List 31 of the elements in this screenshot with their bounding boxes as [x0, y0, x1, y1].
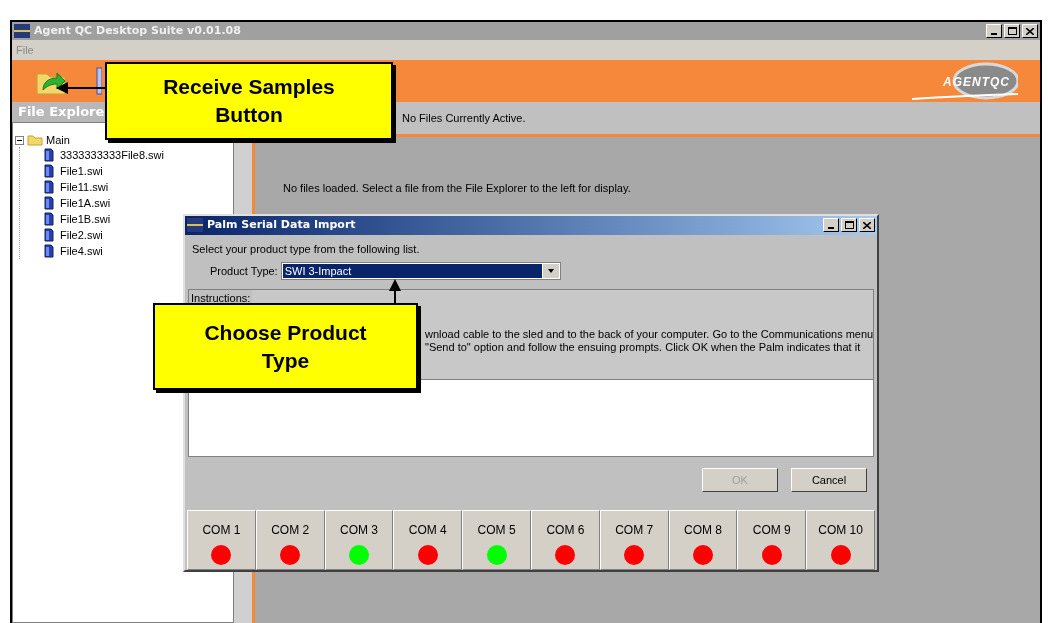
product-type-dropdown[interactable]: SWI 3-Impact	[280, 262, 561, 281]
instructions-line: "Send to" option and follow the ensuing prompts. Click OK when the Palm indicates that it	[425, 340, 862, 354]
port-label: COM 5	[477, 522, 516, 539]
prompt-text: Select your product type from the following list.	[192, 242, 420, 255]
port-label: COM 8	[683, 522, 722, 539]
tree-item[interactable]: Main	[46, 131, 70, 149]
dialog-button[interactable]: Cancel	[791, 468, 867, 493]
status-text: No Files Currently Active.	[402, 110, 526, 126]
tree-item[interactable]: File11.swi	[60, 178, 109, 196]
field-label: Product Type:	[210, 264, 278, 280]
port-label: COM 6	[546, 522, 585, 539]
port-label: COM 10	[818, 522, 863, 539]
port-label: COM 7	[615, 522, 654, 539]
tree-item[interactable]: File1A.swi	[60, 194, 111, 212]
empty-message: No files loaded. Select a file from the File Explorer to the left for display.	[283, 182, 631, 194]
tree-item[interactable]: File2.swi	[60, 226, 103, 244]
port-label: COM 1	[202, 522, 241, 539]
port-label: COM 3	[340, 522, 378, 539]
tree-item[interactable]: 3333333333File8.swi	[60, 146, 164, 164]
panel-title: File Explore	[18, 103, 105, 122]
tree-item[interactable]: File1B.swi	[60, 210, 111, 228]
dialog-title: Palm Serial Data Import	[207, 217, 356, 234]
tree-item[interactable]: File4.swi	[60, 242, 103, 260]
tree-item[interactable]: File1.swi	[60, 162, 103, 180]
window-title: Agent QC Desktop Suite v0.01.08	[34, 22, 241, 39]
port-label: COM 4	[408, 522, 447, 539]
port-label: COM 2	[271, 522, 310, 539]
instructions-line: wnload cable to the sled and to the back of your computer. Go to the Communications menu	[425, 327, 873, 341]
callout-text: Receive Samples Button	[162, 74, 336, 128]
port-label: COM 9	[752, 522, 791, 539]
callout-text: Choose Product Type	[203, 319, 368, 374]
